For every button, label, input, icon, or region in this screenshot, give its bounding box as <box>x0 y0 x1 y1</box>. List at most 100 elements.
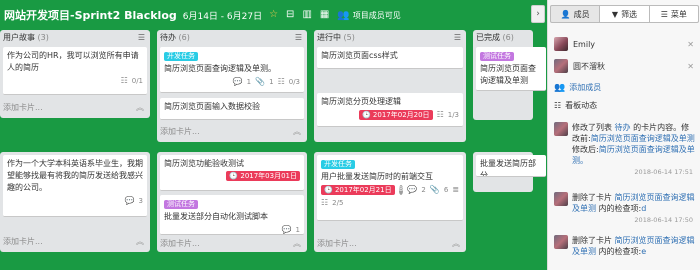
collapse-icon[interactable]: ︽ <box>452 238 460 249</box>
list-menu-icon[interactable]: ☰ <box>295 33 302 42</box>
due-date: 2017年03月01日 <box>240 172 297 180</box>
activity-header: ☷ 看板动态 <box>554 100 597 111</box>
activity-text: 删除了卡片 简历浏览页面查询逻辑及单测 内的检查项:d <box>572 192 697 214</box>
comment-count: 1 <box>246 78 252 86</box>
board-header: 网站开发项目-Sprint2 Blacklog 6月14日 - 6月27日 ☆ … <box>0 0 530 30</box>
avatar <box>554 122 568 136</box>
close-icon[interactable]: ✕ <box>687 62 694 71</box>
collapse-icon[interactable]: ︽ <box>293 238 301 249</box>
member-item[interactable]: Emily ✕ <box>554 35 697 53</box>
comment-icon: 💬 <box>281 225 292 234</box>
star-icon[interactable]: ☆ <box>269 10 278 20</box>
card-label: 开发任务 <box>164 52 198 61</box>
list-in-progress-lower: 开发任务 用户批量发送简历时的前端交互 🕒 2017年02月21日 B 💬 2 … <box>314 152 466 252</box>
card[interactable]: 简历浏览页面输入数据校验 <box>160 98 304 120</box>
activity-verb: 修改了列表 <box>572 123 615 132</box>
list-header[interactable]: 待办 (6) ☰ <box>157 30 307 44</box>
description-icon: ≣ <box>452 185 459 194</box>
list-count: (5) <box>343 32 355 42</box>
due-date: 2017年02月21日 <box>334 186 392 194</box>
board-lists: 用户故事 (3) ☰ 作为公司的HR，我可以浏览所有申请人的简历 ☷ 0/1 添… <box>0 30 546 270</box>
collapse-icon[interactable]: ︽ <box>136 236 144 247</box>
list-header[interactable]: 已完成 (6) <box>473 30 533 44</box>
activity-title: 看板动态 <box>565 101 598 110</box>
activity-post: 内的检查项: <box>596 204 642 213</box>
comment-count: 2 <box>421 186 426 194</box>
list-menu-icon[interactable]: ☰ <box>138 33 145 42</box>
list-menu-icon[interactable]: ☰ <box>454 33 461 42</box>
close-icon[interactable]: ✕ <box>687 40 694 49</box>
activity-item-value[interactable]: d <box>641 204 646 213</box>
add-card-button[interactable]: 添加卡片... <box>317 238 357 249</box>
activity-text: 删除了卡片 简历浏览页面查询逻辑及单测 内的检查项:e <box>572 235 697 257</box>
activity-item: 修改了列表 待办 的卡片内容。修改前:简历浏览页面查询逻辑及单测修改后:简历浏览… <box>554 122 697 176</box>
activity-item: 删除了卡片 简历浏览页面查询逻辑及单测 内的检查项:e <box>554 235 697 257</box>
due-date: 2017年02月20日 <box>372 111 430 119</box>
panel-toggle-chevron-icon[interactable]: › <box>531 5 545 23</box>
card-badges: 🕒 2017年02月20日 ☷ 1/3 <box>321 109 459 121</box>
list-count: (6) <box>178 32 190 42</box>
activity-verb: 删除了卡片 <box>572 193 615 202</box>
activity-list-link[interactable]: 待办 <box>615 123 631 132</box>
list-header[interactable]: 用户故事 (3) ☰ <box>0 30 150 44</box>
add-member-button[interactable]: 👥 添加成员 <box>554 82 601 93</box>
add-card-button[interactable]: 添加卡片... <box>3 236 43 247</box>
calendar-icon[interactable]: ▦ <box>320 10 329 20</box>
activity-old-value[interactable]: 简历浏览页面查询逻辑及单测 <box>591 134 695 143</box>
card[interactable]: 作为公司的HR，我可以浏览所有申请人的简历 ☷ 0/1 <box>3 47 147 95</box>
due-date-badge: 🕒 2017年03月01日 <box>226 171 300 181</box>
people-icon: 👥 <box>337 9 350 21</box>
card-title: 简历浏览页面css样式 <box>321 51 398 60</box>
card[interactable]: 简历浏览分页处理逻辑 🕒 2017年02月20日 ☷ 1/3 <box>317 93 463 127</box>
tab-members[interactable]: 👤 成员 <box>550 5 601 23</box>
card[interactable]: 批量发送简历部分 <box>476 155 546 177</box>
checklist-icon: ☷ <box>120 76 128 85</box>
card-title: 简历浏览页面查询逻辑及单测。 <box>164 64 276 73</box>
card[interactable]: 简历浏览页面css样式 <box>317 47 463 69</box>
side-panel: 👤 成员 ▼ 筛选 ☰ 菜单 Emily ✕ 圆不溜秋 ✕ 👥 添加成员 ☷ 看… <box>547 0 700 270</box>
list-title: 进行中 <box>317 32 341 42</box>
list-user-stories: 用户故事 (3) ☰ 作为公司的HR，我可以浏览所有申请人的简历 ☷ 0/1 添… <box>0 30 150 118</box>
tab-menu[interactable]: ☰ 菜单 <box>648 5 699 23</box>
chart-icon[interactable]: ▥ <box>302 10 311 20</box>
add-card-button[interactable]: 添加卡片... <box>160 126 200 137</box>
menu-icon: ☰ <box>660 9 668 19</box>
member-name: 圆不溜秋 <box>573 61 605 71</box>
member-item[interactable]: 圆不溜秋 ✕ <box>554 57 697 75</box>
collapse-icon[interactable]: ︽ <box>293 126 301 137</box>
card[interactable]: 作为一个大学本科英语系毕业生，我期望能够找最有将我的简历发送给我感兴趣的公司。 … <box>3 155 147 217</box>
board-title[interactable]: 网站开发项目-Sprint2 Blacklog <box>4 7 177 23</box>
checklist-count: 1/3 <box>447 111 459 119</box>
card-badges: 🕒 2017年03月01日 <box>164 171 300 181</box>
visibility-button[interactable]: 👥 项目成员可见 <box>337 10 400 21</box>
activity-mid2: 修改后: <box>572 145 599 154</box>
comment-icon: 💬 <box>407 185 418 194</box>
list-count: (6) <box>502 32 514 42</box>
card[interactable]: 测试任务 批量发送部分自动化测试脚本 💬 1 <box>160 195 304 235</box>
avatar <box>554 192 568 206</box>
card-badges: 💬 3 <box>7 195 143 207</box>
panel-tabs: 👤 成员 ▼ 筛选 ☰ 菜单 <box>550 5 699 29</box>
board-dates[interactable]: 6月14日 - 6月27日 <box>183 9 262 22</box>
activity-item-value[interactable]: e <box>641 247 646 256</box>
add-card-button[interactable]: 添加卡片... <box>160 238 200 249</box>
attachment-count: 1 <box>269 78 274 86</box>
card-title: 简历浏览分页处理逻辑 <box>321 97 401 106</box>
list-count: (3) <box>37 32 49 42</box>
list-title: 待办 <box>160 32 176 42</box>
avatar <box>554 235 568 249</box>
card[interactable]: 开发任务 用户批量发送简历时的前端交互 🕒 2017年02月21日 B 💬 2 … <box>317 155 463 221</box>
list-header[interactable]: 进行中 (5) ☰ <box>314 30 466 44</box>
card[interactable]: 开发任务 简历浏览页面查询逻辑及单测。 💬 1 📎 1 ☷ 0/3 <box>160 47 304 93</box>
collapse-icon[interactable]: ︽ <box>136 102 144 113</box>
card[interactable]: 简历浏览功能验收测试 🕒 2017年03月01日 <box>160 155 304 191</box>
person-icon: 👤 <box>560 9 571 19</box>
add-card-button[interactable]: 添加卡片... <box>3 102 43 113</box>
comment-count: 3 <box>138 197 143 205</box>
checklist-icon: ☷ <box>277 77 285 86</box>
tab-filter[interactable]: ▼ 筛选 <box>599 5 650 23</box>
card-title: 作为公司的HR，我可以浏览所有申请人的简历 <box>7 51 139 72</box>
card[interactable]: 测试任务 简历浏览页面查询逻辑及单测 <box>476 47 546 91</box>
timeline-icon[interactable]: ⊟ <box>286 10 294 20</box>
list-user-stories-lower: 作为一个大学本科英语系毕业生，我期望能够找最有将我的简历发送给我感兴趣的公司。 … <box>0 152 150 252</box>
